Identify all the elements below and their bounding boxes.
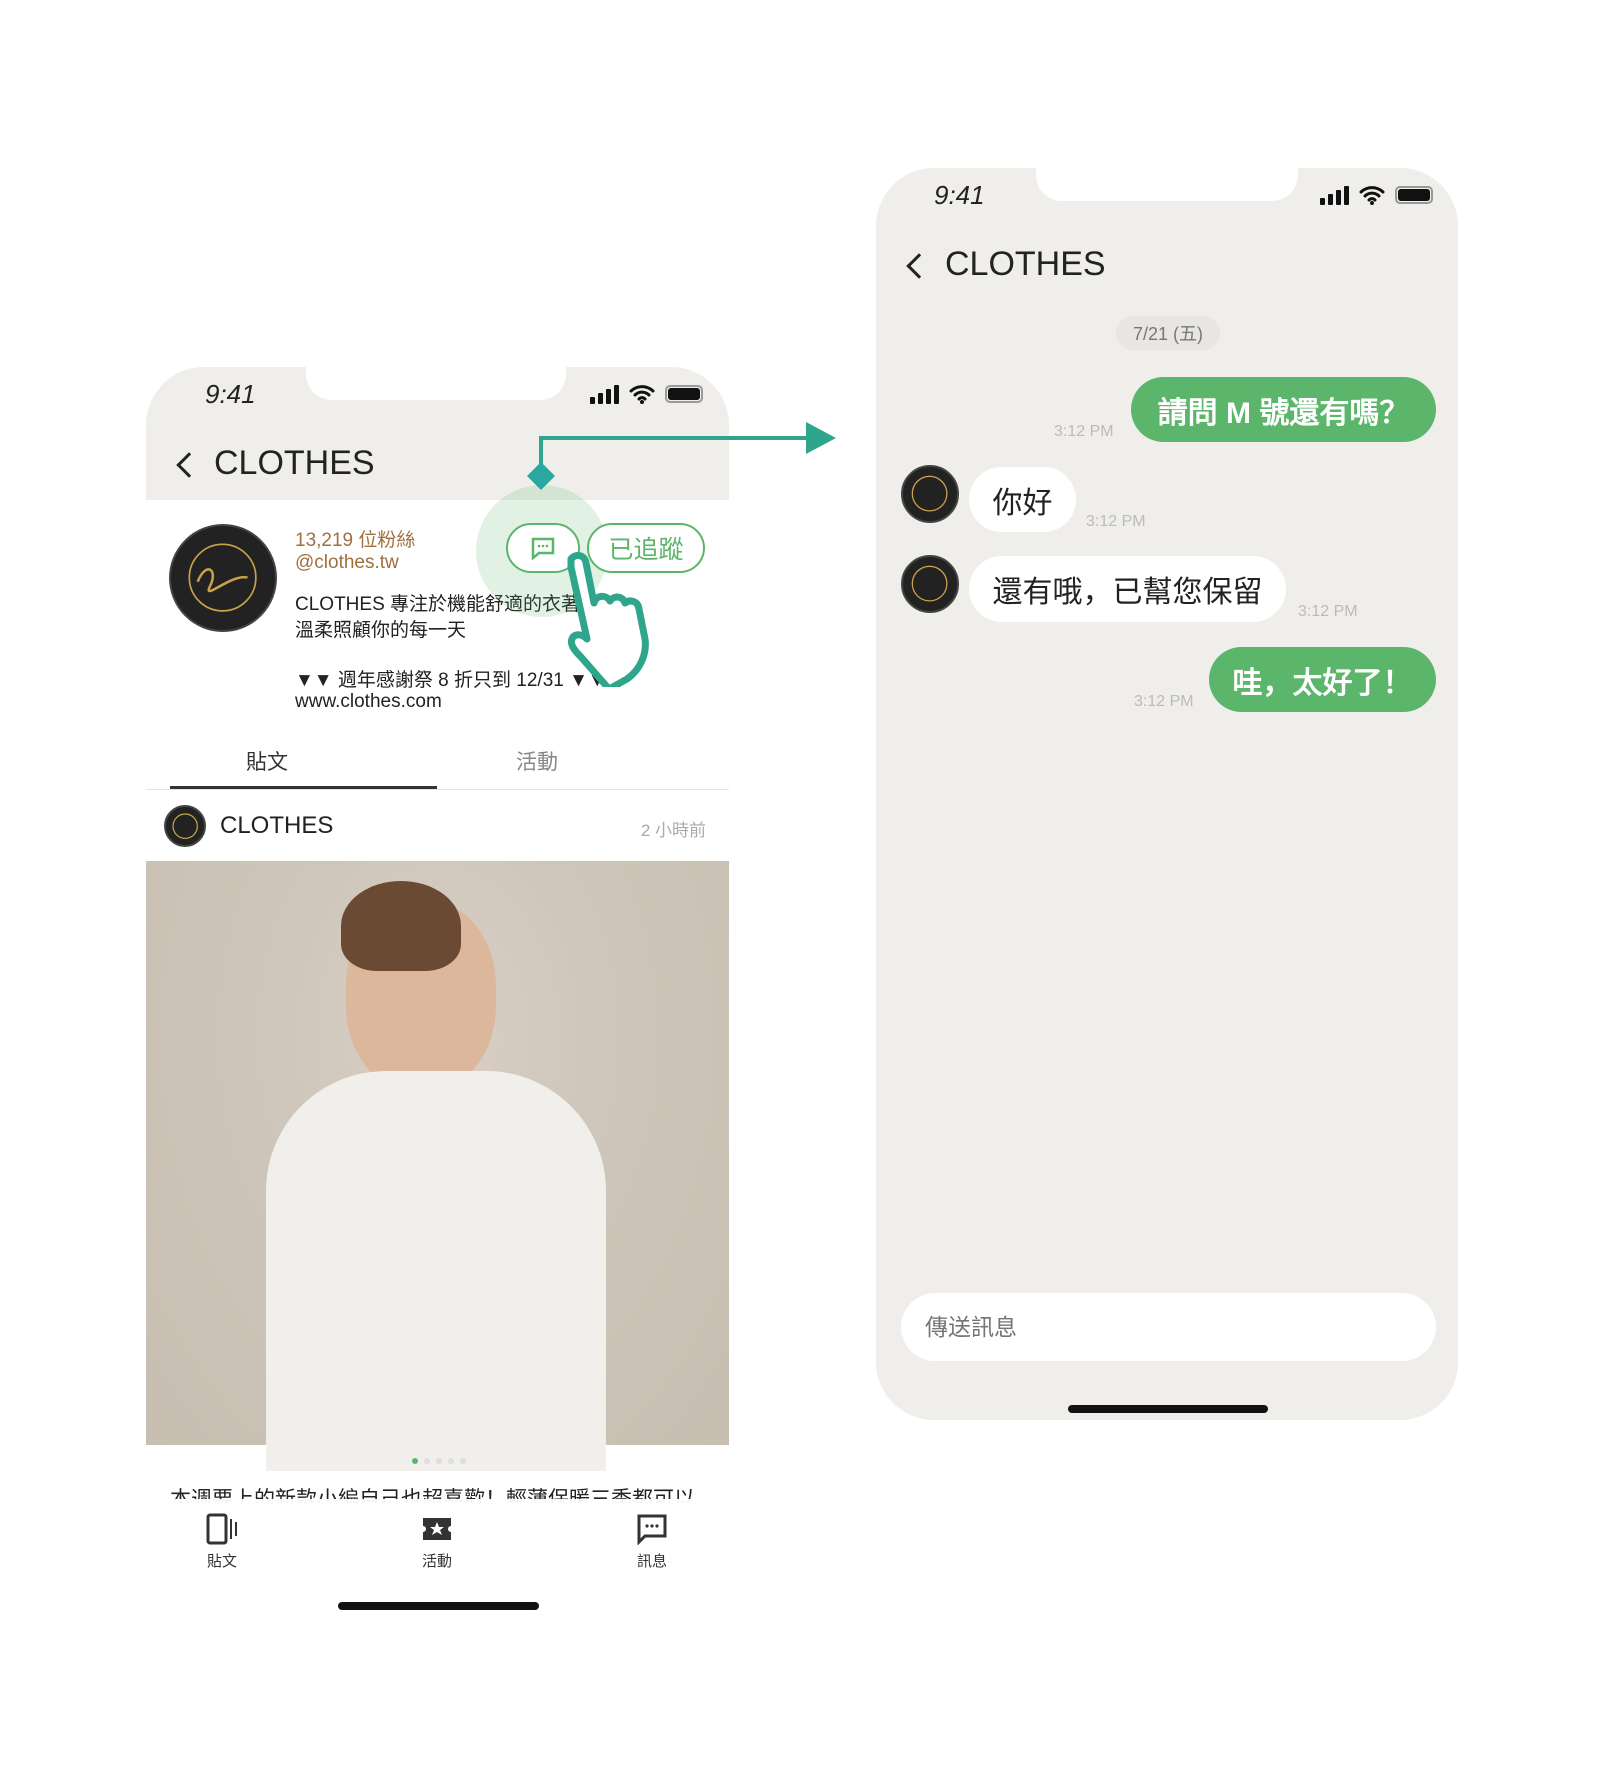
divider [146,789,729,790]
post-image[interactable] [146,861,729,1471]
page-title: CLOTHES [945,245,1106,283]
wifi-icon [629,385,655,404]
status-icons [1320,185,1433,205]
chat-screen: 9:41 CLOTHES 7/21 (五) 請問 M 號還有嗎？ 3:12 PM… [876,168,1458,1420]
page-title: CLOTHES [214,444,375,482]
nav-label: 活動 [421,1553,452,1570]
signal-icon [590,384,619,404]
post-author-avatar[interactable] [164,805,206,847]
pointer-hand-icon [567,552,649,687]
message-input[interactable] [901,1293,1436,1361]
nav-label: 貼文 [206,1553,237,1570]
home-indicator [338,1602,539,1610]
message-time: 3:12 PM [1086,513,1146,530]
message-bubble-sent: 哇，太好了！ [1209,647,1436,712]
nav-events[interactable]: 活動 [407,1513,467,1571]
signal-icon [1320,185,1349,205]
date-separator: 7/21 (五) [1116,316,1220,350]
nav-label: 訊息 [636,1553,667,1570]
post-author: CLOTHES [220,812,334,839]
shop-avatar [901,465,959,523]
nav-messages[interactable]: 訊息 [622,1513,682,1571]
profile-screen: 9:41 CLOTHES 13,219 位粉絲 @clothes.tw CLOT… [146,367,729,1627]
bio-line: 溫柔照顧你的每一天 [295,620,467,641]
event-ticket-icon [423,1518,451,1540]
shop-avatar[interactable] [169,524,277,632]
message-icon [637,1514,667,1546]
carousel-dots [412,1458,466,1464]
wifi-icon [1359,186,1385,205]
website-link[interactable]: www.clothes.com [295,691,442,713]
nav-posts[interactable]: 貼文 [192,1513,252,1571]
follower-count: 13,219 位粉絲 [295,530,416,551]
back-icon[interactable] [906,253,932,279]
flow-arrow [527,422,836,490]
tab-events[interactable]: 活動 [516,746,558,776]
notch [1036,168,1298,201]
shop-avatar [901,555,959,613]
status-icons [590,384,703,404]
message-time: 3:12 PM [1134,693,1194,710]
handle: @clothes.tw [295,552,399,573]
home-indicator [1068,1405,1268,1413]
tab-posts[interactable]: 貼文 [246,746,288,776]
status-time: 9:41 [934,180,985,210]
message-bubble-sent: 請問 M 號還有嗎？ [1131,377,1436,442]
message-bubble-received: 你好 [969,467,1076,532]
battery-icon [1395,186,1433,204]
message-bubble-received: 還有哦，已幫您保留 [969,556,1286,622]
message-time: 3:12 PM [1298,603,1358,620]
status-time: 9:41 [205,379,256,409]
notch [306,367,566,400]
posts-icon [206,1513,237,1545]
post-time: 2 小時前 [640,821,706,840]
message-time: 3:12 PM [1054,423,1114,440]
battery-icon [665,385,703,403]
